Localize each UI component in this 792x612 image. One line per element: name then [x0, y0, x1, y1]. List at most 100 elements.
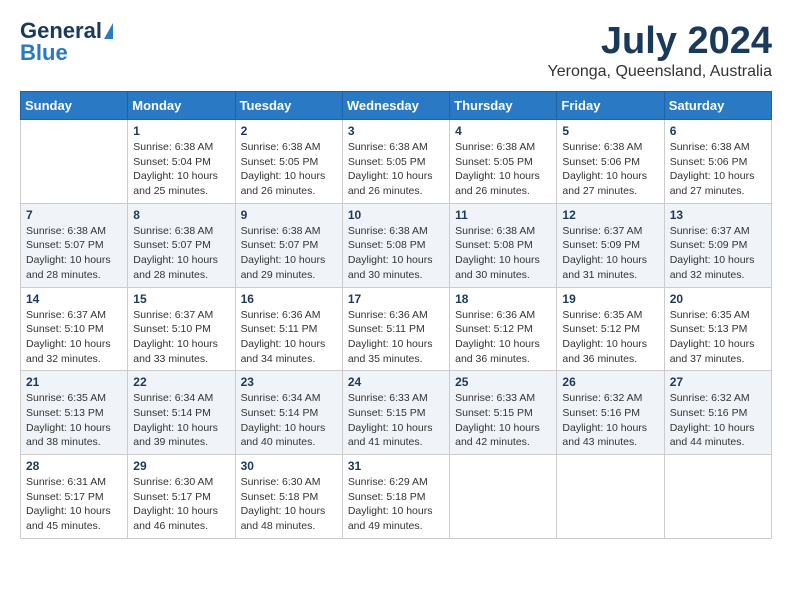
day-cell: 8Sunrise: 6:38 AM Sunset: 5:07 PM Daylig… [128, 203, 235, 287]
day-cell: 29 Sunrise: 6:30 AM Sunset: 5:17 PM Dayli… [128, 455, 235, 539]
day-info-text: Sunrise: 6:35 AM Sunset: 5:13 PM Dayligh… [26, 391, 122, 450]
day-number: 4 [455, 124, 551, 138]
logo: General Blue [20, 20, 113, 64]
day-cell [450, 455, 557, 539]
day-info-text: Sunrise: 6:38 AM Sunset: 5:07 PM Dayligh… [26, 224, 122, 283]
header-cell-sunday: Sunday [21, 92, 128, 120]
day-cell: 30Sunrise: 6:30 AM Sunset: 5:18 PM Dayli… [235, 455, 342, 539]
day-cell: 15 Sunrise: 6:37 AM Sunset: 5:10 PM Dayli… [128, 287, 235, 371]
day-info-text: Sunrise: 6:36 AM Sunset: 5:11 PM Dayligh… [348, 308, 444, 367]
day-number: 28 [26, 459, 122, 473]
day-number: 8 [133, 208, 229, 222]
header-cell-friday: Friday [557, 92, 664, 120]
day-info-text: Sunrise: 6:37 AM Sunset: 5:10 PM Dayligh… [26, 308, 122, 367]
header-cell-wednesday: Wednesday [342, 92, 449, 120]
day-cell: 26 Sunrise: 6:32 AM Sunset: 5:16 PM Dayli… [557, 371, 664, 455]
day-info-text: Sunrise: 6:35 AM Sunset: 5:12 PM Dayligh… [562, 308, 658, 367]
day-cell: 16 Sunrise: 6:36 AM Sunset: 5:11 PM Dayli… [235, 287, 342, 371]
day-info-text: Sunrise: 6:38 AM Sunset: 5:06 PM Dayligh… [670, 140, 766, 199]
page-header: General Blue July 2024 Yeronga, Queensla… [20, 20, 772, 81]
day-number: 1 [133, 124, 229, 138]
header-cell-monday: Monday [128, 92, 235, 120]
day-number: 20 [670, 292, 766, 306]
week-row-4: 21Sunrise: 6:35 AM Sunset: 5:13 PM Dayli… [21, 371, 772, 455]
day-number: 19 [562, 292, 658, 306]
day-cell [557, 455, 664, 539]
day-number: 16 [241, 292, 337, 306]
header-row: SundayMondayTuesdayWednesdayThursdayFrid… [21, 92, 772, 120]
day-number: 31 [348, 459, 444, 473]
header-cell-saturday: Saturday [664, 92, 771, 120]
day-number: 29 [133, 459, 229, 473]
day-info-text: Sunrise: 6:32 AM Sunset: 5:16 PM Dayligh… [562, 391, 658, 450]
day-info-text: Sunrise: 6:36 AM Sunset: 5:12 PM Dayligh… [455, 308, 551, 367]
day-info-text: Sunrise: 6:30 AM Sunset: 5:17 PM Dayligh… [133, 475, 229, 534]
day-cell: 12Sunrise: 6:37 AM Sunset: 5:09 PM Dayli… [557, 203, 664, 287]
header-cell-thursday: Thursday [450, 92, 557, 120]
day-info-text: Sunrise: 6:33 AM Sunset: 5:15 PM Dayligh… [348, 391, 444, 450]
day-info-text: Sunrise: 6:34 AM Sunset: 5:14 PM Dayligh… [133, 391, 229, 450]
day-info-text: Sunrise: 6:38 AM Sunset: 5:04 PM Dayligh… [133, 140, 229, 199]
day-cell: 5 Sunrise: 6:38 AM Sunset: 5:06 PM Daylig… [557, 120, 664, 204]
day-number: 12 [562, 208, 658, 222]
logo-triangle-icon [104, 23, 113, 39]
day-number: 7 [26, 208, 122, 222]
day-cell: 9Sunrise: 6:38 AM Sunset: 5:07 PM Daylig… [235, 203, 342, 287]
location-subtitle: Yeronga, Queensland, Australia [548, 63, 772, 81]
day-cell: 19 Sunrise: 6:35 AM Sunset: 5:12 PM Dayli… [557, 287, 664, 371]
day-cell [664, 455, 771, 539]
day-cell: 17 Sunrise: 6:36 AM Sunset: 5:11 PM Dayli… [342, 287, 449, 371]
day-number: 25 [455, 375, 551, 389]
logo-blue-text: Blue [20, 42, 68, 64]
day-cell: 23 Sunrise: 6:34 AM Sunset: 5:14 PM Dayli… [235, 371, 342, 455]
day-cell: 31 Sunrise: 6:29 AM Sunset: 5:18 PM Dayli… [342, 455, 449, 539]
day-number: 15 [133, 292, 229, 306]
day-number: 2 [241, 124, 337, 138]
day-info-text: Sunrise: 6:37 AM Sunset: 5:09 PM Dayligh… [670, 224, 766, 283]
day-cell: 10 Sunrise: 6:38 AM Sunset: 5:08 PM Dayli… [342, 203, 449, 287]
day-number: 11 [455, 208, 551, 222]
day-info-text: Sunrise: 6:38 AM Sunset: 5:08 PM Dayligh… [348, 224, 444, 283]
day-cell: 14 Sunrise: 6:37 AM Sunset: 5:10 PM Dayli… [21, 287, 128, 371]
day-info-text: Sunrise: 6:32 AM Sunset: 5:16 PM Dayligh… [670, 391, 766, 450]
day-cell: 22Sunrise: 6:34 AM Sunset: 5:14 PM Dayli… [128, 371, 235, 455]
day-info-text: Sunrise: 6:38 AM Sunset: 5:05 PM Dayligh… [241, 140, 337, 199]
day-cell: 4 Sunrise: 6:38 AM Sunset: 5:05 PM Daylig… [450, 120, 557, 204]
day-cell: 27Sunrise: 6:32 AM Sunset: 5:16 PM Dayli… [664, 371, 771, 455]
day-info-text: Sunrise: 6:33 AM Sunset: 5:15 PM Dayligh… [455, 391, 551, 450]
day-cell: 13 Sunrise: 6:37 AM Sunset: 5:09 PM Dayli… [664, 203, 771, 287]
day-cell [21, 120, 128, 204]
day-cell: 25 Sunrise: 6:33 AM Sunset: 5:15 PM Dayli… [450, 371, 557, 455]
calendar-table: SundayMondayTuesdayWednesdayThursdayFrid… [20, 91, 772, 539]
day-info-text: Sunrise: 6:34 AM Sunset: 5:14 PM Dayligh… [241, 391, 337, 450]
day-number: 17 [348, 292, 444, 306]
day-cell: 6Sunrise: 6:38 AM Sunset: 5:06 PM Daylig… [664, 120, 771, 204]
header-cell-tuesday: Tuesday [235, 92, 342, 120]
day-cell: 21Sunrise: 6:35 AM Sunset: 5:13 PM Dayli… [21, 371, 128, 455]
day-number: 24 [348, 375, 444, 389]
day-info-text: Sunrise: 6:30 AM Sunset: 5:18 PM Dayligh… [241, 475, 337, 534]
day-info-text: Sunrise: 6:38 AM Sunset: 5:08 PM Dayligh… [455, 224, 551, 283]
day-cell: 28Sunrise: 6:31 AM Sunset: 5:17 PM Dayli… [21, 455, 128, 539]
day-cell: 24 Sunrise: 6:33 AM Sunset: 5:15 PM Dayli… [342, 371, 449, 455]
day-number: 23 [241, 375, 337, 389]
week-row-2: 7 Sunrise: 6:38 AM Sunset: 5:07 PM Daylig… [21, 203, 772, 287]
day-cell: 1 Sunrise: 6:38 AM Sunset: 5:04 PM Daylig… [128, 120, 235, 204]
day-info-text: Sunrise: 6:38 AM Sunset: 5:05 PM Dayligh… [455, 140, 551, 199]
day-info-text: Sunrise: 6:29 AM Sunset: 5:18 PM Dayligh… [348, 475, 444, 534]
logo-general-text: General [20, 20, 102, 42]
title-block: July 2024 Yeronga, Queensland, Australia [548, 20, 772, 81]
day-info-text: Sunrise: 6:37 AM Sunset: 5:10 PM Dayligh… [133, 308, 229, 367]
day-number: 26 [562, 375, 658, 389]
day-cell: 7 Sunrise: 6:38 AM Sunset: 5:07 PM Daylig… [21, 203, 128, 287]
day-number: 10 [348, 208, 444, 222]
day-number: 5 [562, 124, 658, 138]
day-cell: 11 Sunrise: 6:38 AM Sunset: 5:08 PM Dayli… [450, 203, 557, 287]
day-info-text: Sunrise: 6:38 AM Sunset: 5:06 PM Dayligh… [562, 140, 658, 199]
day-cell: 3Sunrise: 6:38 AM Sunset: 5:05 PM Daylig… [342, 120, 449, 204]
day-number: 13 [670, 208, 766, 222]
day-number: 14 [26, 292, 122, 306]
day-number: 18 [455, 292, 551, 306]
day-info-text: Sunrise: 6:35 AM Sunset: 5:13 PM Dayligh… [670, 308, 766, 367]
day-info-text: Sunrise: 6:36 AM Sunset: 5:11 PM Dayligh… [241, 308, 337, 367]
